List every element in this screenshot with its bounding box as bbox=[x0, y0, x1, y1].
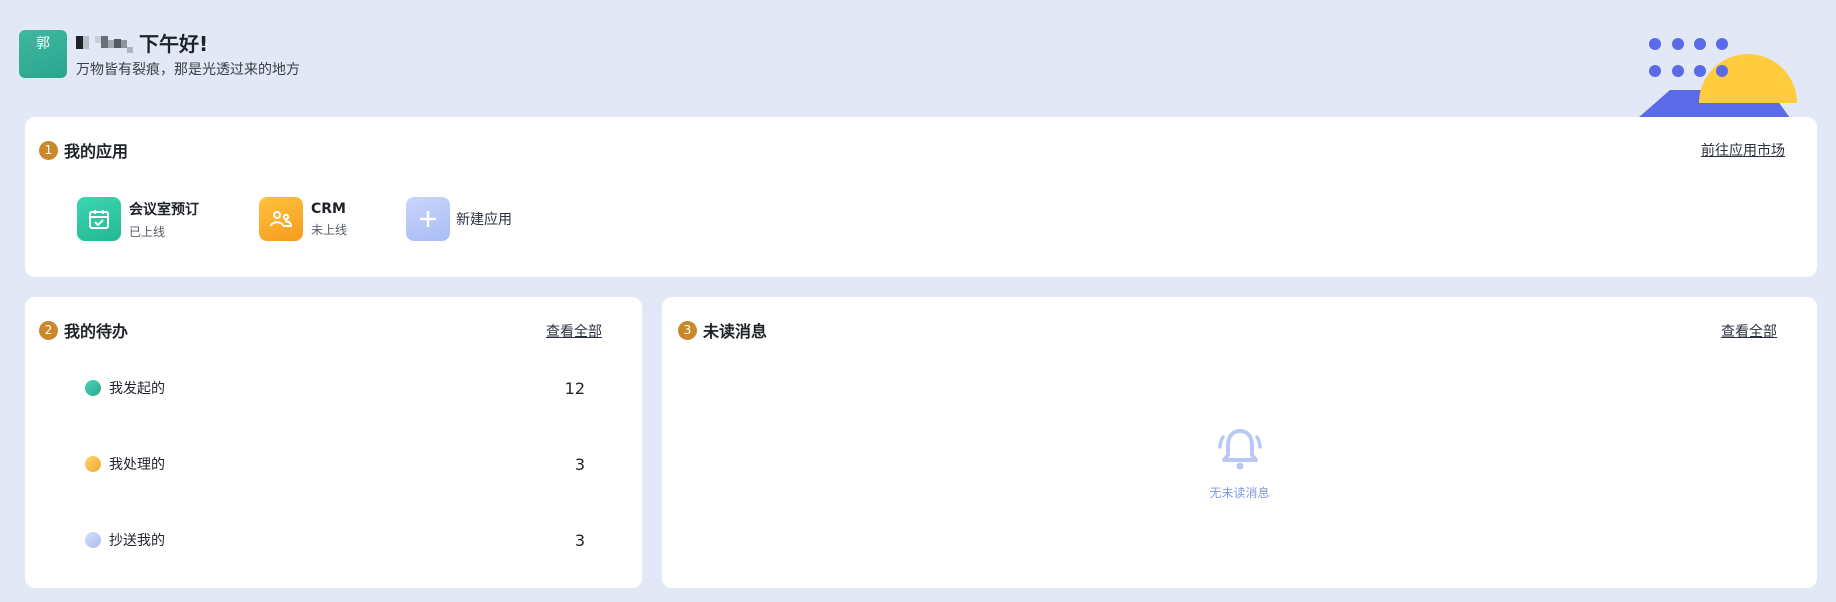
section-number-badge: 1 bbox=[39, 140, 58, 160]
plus-icon bbox=[406, 197, 450, 241]
new-app-button[interactable]: 新建应用 bbox=[406, 197, 512, 241]
motto-text: 万物皆有裂痕，那是光透过来的地方 bbox=[76, 62, 300, 78]
my-apps-card: 1 我的应用 前往应用市场 会议室预订 已上线 CRM 未上线 新建应用 bbox=[25, 117, 1817, 277]
user-header: 郭 下午好! 万物皆有裂痕，那是光透过来的地方 bbox=[19, 29, 300, 79]
greeting-block: 下午好! 万物皆有裂痕，那是光透过来的地方 bbox=[76, 29, 300, 79]
todo-item-handled[interactable]: 我处理的 3 bbox=[85, 449, 585, 479]
empty-state: 无未读消息 bbox=[662, 425, 1817, 501]
unread-messages-card: 3 未读消息 查看全部 无未读消息 bbox=[662, 297, 1817, 588]
messages-view-all-link[interactable]: 查看全部 bbox=[1721, 321, 1777, 341]
calendar-check-icon bbox=[77, 197, 121, 241]
todo-count: 12 bbox=[564, 378, 585, 398]
status-dot bbox=[85, 380, 101, 396]
app-name: 会议室预订 bbox=[129, 201, 199, 218]
status-dot bbox=[85, 532, 101, 548]
greeting-text: 下午好! bbox=[139, 31, 209, 56]
status-dot bbox=[85, 456, 101, 472]
empty-state-text: 无未读消息 bbox=[1209, 486, 1270, 500]
todo-view-all-link[interactable]: 查看全部 bbox=[546, 321, 602, 341]
new-app-label: 新建应用 bbox=[456, 212, 512, 228]
unread-messages-title: 3 未读消息 bbox=[678, 318, 767, 342]
section-number-badge: 3 bbox=[678, 320, 697, 340]
bell-icon bbox=[1217, 429, 1262, 470]
users-icon bbox=[259, 197, 303, 241]
app-status: 未上线 bbox=[311, 222, 348, 237]
todo-count: 3 bbox=[574, 530, 585, 550]
my-todo-title: 2 我的待办 bbox=[39, 318, 128, 342]
todo-item-cc[interactable]: 抄送我的 3 bbox=[85, 525, 585, 555]
app-meeting-room[interactable]: 会议室预订 已上线 bbox=[77, 197, 199, 241]
todo-item-initiated[interactable]: 我发起的 12 bbox=[85, 373, 585, 403]
my-apps-title: 1 我的应用 bbox=[39, 138, 128, 162]
section-number-badge: 2 bbox=[39, 320, 58, 340]
app-status: 已上线 bbox=[129, 224, 166, 239]
app-crm[interactable]: CRM 未上线 bbox=[259, 197, 347, 241]
app-market-link[interactable]: 前往应用市场 bbox=[1701, 140, 1785, 160]
my-todo-card: 2 我的待办 查看全部 我发起的 12 我处理的 3 抄送我的 3 bbox=[25, 297, 642, 588]
todo-count: 3 bbox=[574, 454, 585, 474]
blurred-username bbox=[76, 31, 133, 53]
app-name: CRM bbox=[311, 200, 346, 217]
avatar[interactable]: 郭 bbox=[19, 30, 67, 78]
decorative-illustration bbox=[1638, 38, 1797, 118]
